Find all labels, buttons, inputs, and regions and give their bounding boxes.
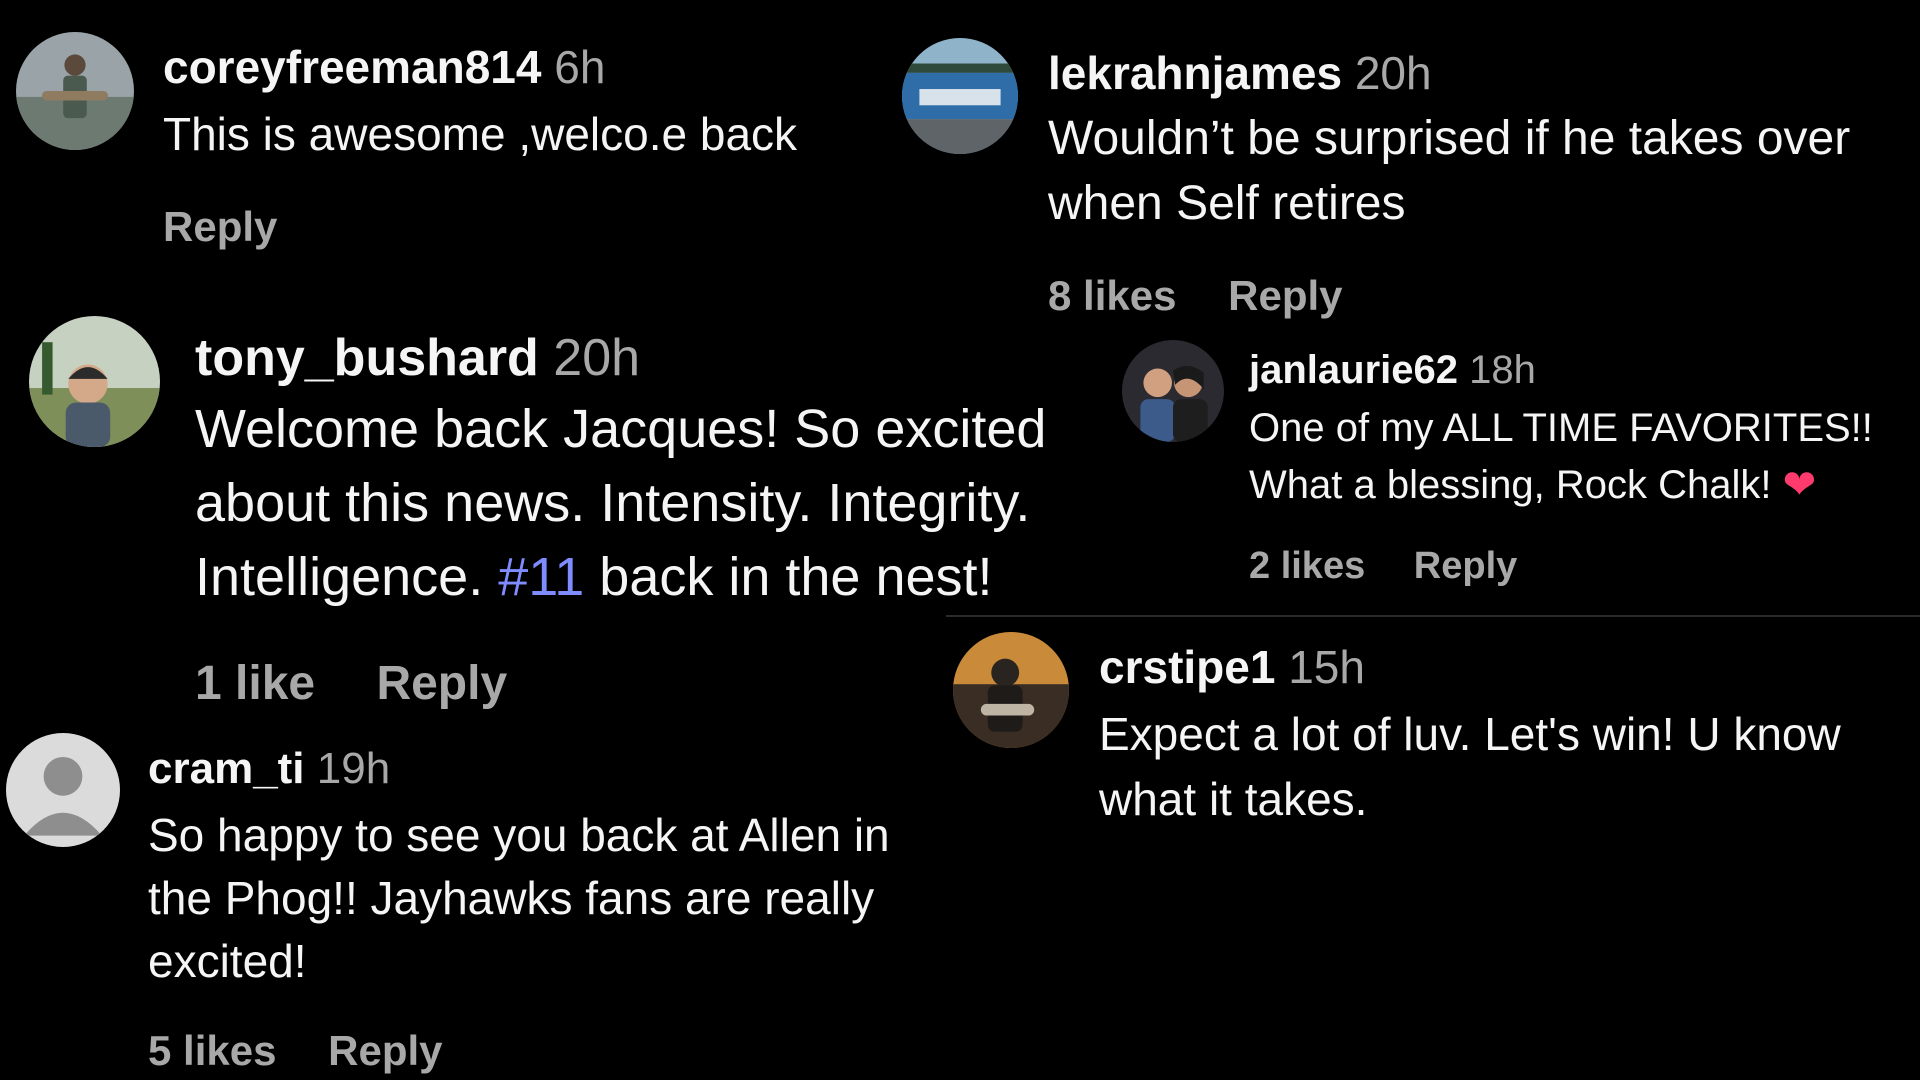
timestamp[interactable]: 6h [554, 41, 605, 93]
timestamp[interactable]: 20h [553, 329, 640, 387]
reply-button[interactable]: Reply [328, 1027, 442, 1074]
comment-text-line: about this news. Intensity. Integrity. [195, 473, 1031, 533]
comment-text-line: Welcome back Jacques! So excited [195, 399, 1047, 459]
comment-text-line: Intelligence. #11 back in the nest! [195, 546, 993, 608]
comment-text-line: the Phog!! Jayhawks fans are really [148, 872, 875, 924]
comment-text: back in the nest! [584, 547, 993, 607]
couple-photo-avatar[interactable] [1122, 340, 1224, 442]
comment-text: Intelligence. [195, 547, 499, 607]
comment-actions: 5 likes Reply [148, 1030, 443, 1072]
username[interactable]: tony_bushard [195, 329, 539, 387]
likes-count[interactable]: 8 likes [1048, 272, 1176, 319]
reply-button[interactable]: Reply [163, 203, 277, 250]
comment-actions: Reply [163, 206, 277, 248]
heart-emoji-icon: ❤ [1782, 463, 1817, 507]
username[interactable]: coreyfreeman814 [163, 41, 541, 93]
comment-header: coreyfreeman814 6h [163, 44, 605, 90]
likes-count[interactable]: 1 like [195, 657, 315, 710]
reply-button[interactable]: Reply [376, 657, 507, 710]
comment-text-line: So happy to see you back at Allen in [148, 809, 890, 861]
comment-text-line: One of my ALL TIME FAVORITES!! [1249, 406, 1873, 450]
reply-button[interactable]: Reply [1414, 545, 1517, 587]
comment-text-line: Expect a lot of luv. Let's win! U know [1099, 708, 1841, 760]
username[interactable]: crstipe1 [1099, 641, 1275, 693]
comment-text: What a blessing, Rock Chalk! [1249, 463, 1783, 507]
man-outdoors-photo-avatar[interactable] [29, 316, 160, 447]
thread-divider [946, 615, 1920, 617]
default-user-avatar[interactable] [6, 733, 120, 847]
comment-actions: 2 likes Reply [1249, 547, 1517, 585]
comment-text-line: what it takes. [1099, 773, 1368, 825]
likes-count[interactable]: 2 likes [1249, 545, 1365, 587]
timestamp[interactable]: 18h [1469, 348, 1536, 392]
comment-text-line: when Self retires [1048, 177, 1406, 230]
timestamp[interactable]: 15h [1288, 641, 1365, 693]
username[interactable]: janlaurie62 [1249, 348, 1458, 392]
likes-count[interactable]: 5 likes [148, 1027, 276, 1074]
comment-text-line: excited! [148, 935, 307, 987]
comment-header: cram_ti 19h [148, 747, 390, 791]
comment-text-line: This is awesome ,welco.e back [163, 108, 798, 160]
comment-header: janlaurie62 18h [1249, 350, 1536, 390]
comment-actions: 8 likes Reply [1048, 275, 1343, 317]
comment-text-line: What a blessing, Rock Chalk! ❤ [1249, 462, 1816, 508]
timestamp[interactable]: 20h [1355, 47, 1432, 99]
comment-header: crstipe1 15h [1099, 644, 1365, 690]
sunset-photo-avatar[interactable] [953, 632, 1069, 748]
reply-button[interactable]: Reply [1228, 272, 1342, 319]
comment-text-line: Wouldn’t be surprised if he takes over [1048, 112, 1851, 165]
fisherman-photo-avatar[interactable] [16, 32, 134, 150]
building-photo-avatar[interactable] [902, 38, 1018, 154]
hashtag-link[interactable]: #11 [498, 547, 584, 607]
username[interactable]: cram_ti [148, 744, 305, 793]
comment-header: tony_bushard 20h [195, 332, 640, 384]
username[interactable]: lekrahnjames [1048, 47, 1342, 99]
timestamp[interactable]: 19h [317, 744, 390, 793]
comment-actions: 1 like Reply [195, 660, 507, 708]
comment-header: lekrahnjames 20h [1048, 50, 1432, 96]
